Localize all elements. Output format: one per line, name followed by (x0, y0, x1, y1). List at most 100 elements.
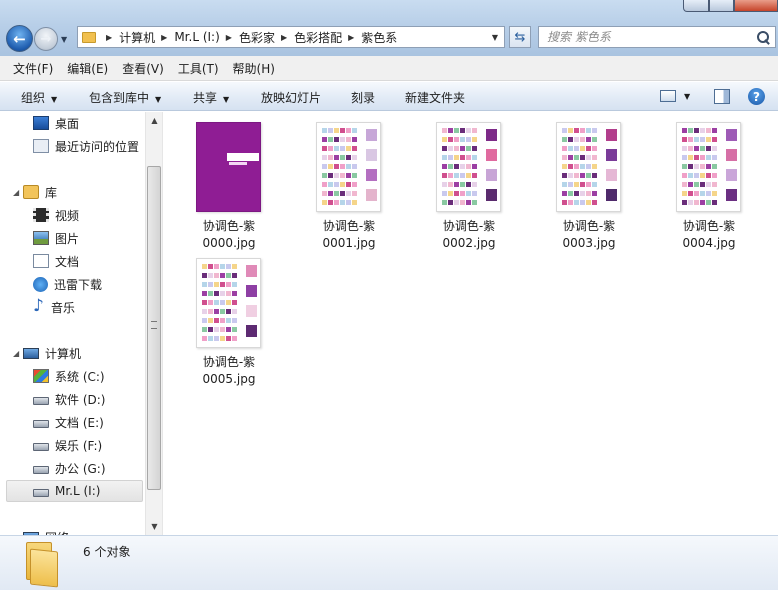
file-name-line2: 0005.jpg (202, 372, 256, 386)
expand-arrow-icon[interactable]: ◢ (13, 349, 19, 358)
breadcrumb-separator-icon[interactable]: ▶ (161, 33, 167, 42)
breadcrumb-separator-icon[interactable]: ▶ (106, 33, 112, 42)
nav-item-drive-e[interactable]: 文档 (E:) (33, 411, 104, 433)
window-controls (683, 0, 778, 12)
scroll-down-arrow-icon[interactable]: ▼ (146, 518, 163, 535)
view-options-dropdown[interactable]: ▼ (684, 92, 690, 101)
organize-label: 组织 (21, 91, 46, 105)
minimize-button[interactable] (683, 0, 709, 12)
nav-item-thunder-downloads[interactable]: 迅雷下载 (33, 273, 102, 295)
nav-item-drive-d[interactable]: 软件 (D:) (33, 388, 105, 410)
menu-view[interactable]: 查看(V) (122, 60, 164, 77)
menu-tools[interactable]: 工具(T) (178, 60, 219, 77)
file-item[interactable]: 协调色-紫 0000.jpg (174, 112, 284, 250)
nav-item-label: Mr.L (I:) (55, 484, 101, 498)
file-item[interactable]: 协调色-紫 0002.jpg (414, 112, 524, 250)
chevron-down-icon: ▼ (51, 95, 58, 104)
nav-item-desktop[interactable]: 桌面 (33, 112, 79, 134)
address-history-dropdown[interactable]: ▼ (492, 33, 498, 42)
file-name-line1: 协调色-紫 (442, 219, 496, 233)
slideshow-button[interactable]: 放映幻灯片 (261, 89, 321, 106)
hard-drive-icon (33, 420, 49, 428)
breadcrumb-separator-icon[interactable]: ▶ (348, 33, 354, 42)
search-box[interactable] (538, 26, 776, 48)
expand-arrow-icon[interactable]: ◢ (13, 188, 19, 197)
nav-item-label: 娱乐 (F:) (55, 438, 103, 453)
file-name[interactable]: 协调色-紫 0004.jpg (654, 218, 764, 252)
nav-item-label: 文档 (55, 254, 80, 269)
breadcrumb-item-computer[interactable]: 计算机 (119, 29, 155, 46)
share-label: 共享 (193, 91, 218, 105)
file-item[interactable]: 协调色-紫 0003.jpg (534, 112, 644, 250)
new-folder-button[interactable]: 新建文件夹 (405, 89, 465, 106)
refresh-button[interactable]: ⇆ (509, 26, 531, 48)
recent-pages-dropdown[interactable]: ▼ (61, 35, 67, 44)
hard-drive-icon (33, 466, 49, 474)
file-name[interactable]: 协调色-紫 0003.jpg (534, 218, 644, 252)
burn-button[interactable]: 刻录 (351, 89, 375, 106)
nav-item-computer[interactable]: 计算机 (23, 342, 81, 364)
breadcrumb-separator-icon[interactable]: ▶ (281, 33, 287, 42)
file-name[interactable]: 协调色-紫 0001.jpg (294, 218, 404, 252)
nav-item-label: 系统 (C:) (55, 369, 105, 384)
search-icon[interactable] (756, 30, 770, 44)
navigation-scrollbar[interactable]: ▲ ▼ (145, 112, 162, 535)
organize-button[interactable]: 组织 ▼ (21, 89, 57, 106)
preview-pane-icon[interactable] (714, 89, 730, 104)
breadcrumb-separator-icon[interactable]: ▶ (226, 33, 232, 42)
nav-item-label: 最近访问的位置 (55, 139, 140, 154)
nav-item-drive-c[interactable]: 系统 (C:) (33, 365, 105, 387)
back-arrow-icon: ← (13, 29, 26, 48)
menu-edit[interactable]: 编辑(E) (67, 60, 108, 77)
file-name-line1: 协调色-紫 (202, 219, 256, 233)
nav-item-label: 图片 (55, 231, 80, 246)
back-button[interactable]: ← (6, 25, 33, 52)
image-thumbnail (556, 122, 621, 212)
scrollbar-grip-icon (151, 321, 157, 329)
computer-icon (23, 347, 39, 359)
search-input[interactable] (547, 28, 756, 46)
nav-item-documents[interactable]: 文档 (33, 250, 79, 272)
nav-item-recent-places[interactable]: 最近访问的位置 (33, 135, 139, 157)
nav-item-videos[interactable]: 视频 (33, 204, 79, 226)
breadcrumb-item-current[interactable]: 紫色系 (361, 29, 397, 46)
item-count: 6 个对象 (83, 545, 131, 559)
image-thumbnail (316, 122, 381, 212)
file-name[interactable]: 协调色-紫 0002.jpg (414, 218, 524, 252)
command-bar: 组织 ▼ 包含到库中 ▼ 共享 ▼ 放映幻灯片 刻录 新建文件夹 ▼ ? (0, 82, 778, 111)
file-name[interactable]: 协调色-紫 0000.jpg (174, 218, 284, 252)
nav-item-drive-f[interactable]: 娱乐 (F:) (33, 434, 102, 456)
scrollbar-thumb[interactable] (147, 166, 161, 490)
video-library-icon (33, 208, 49, 222)
forward-arrow-icon: → (40, 31, 52, 47)
breadcrumb-item-drive[interactable]: Mr.L (I:) (174, 30, 219, 44)
maximize-button[interactable] (709, 0, 734, 12)
image-thumbnail (436, 122, 501, 212)
menu-file[interactable]: 文件(F) (13, 60, 53, 77)
file-item[interactable]: 协调色-紫 0005.jpg (174, 248, 284, 386)
nav-item-music[interactable]: 音乐 (33, 296, 75, 318)
file-item[interactable]: 协调色-紫 0004.jpg (654, 112, 764, 250)
file-list[interactable]: 协调色-紫 0000.jpg 协调色-紫 0001.jpg 协调色-紫 0002.jpg 协… (164, 112, 778, 535)
details-pane: 6 个对象 (0, 535, 778, 590)
file-item[interactable]: 协调色-紫 0001.jpg (294, 112, 404, 250)
change-view-icon[interactable] (660, 90, 676, 102)
breadcrumb-item-folder[interactable]: 色彩家 (239, 29, 275, 46)
include-in-library-button[interactable]: 包含到库中 ▼ (89, 89, 161, 106)
nav-item-libraries[interactable]: 库 (23, 181, 57, 203)
nav-item-drive-g[interactable]: 办公 (G:) (33, 457, 106, 479)
help-icon[interactable]: ? (748, 88, 765, 105)
breadcrumb-item-subfolder[interactable]: 色彩搭配 (294, 29, 342, 46)
nav-item-pictures[interactable]: 图片 (33, 227, 79, 249)
forward-button[interactable]: → (34, 27, 58, 51)
share-button[interactable]: 共享 ▼ (193, 89, 229, 106)
address-bar[interactable]: ▶ 计算机 ▶ Mr.L (I:) ▶ 色彩家 ▶ 色彩搭配 ▶ 紫色系 ▼ (77, 26, 505, 48)
nav-item-label: 文档 (E:) (55, 415, 104, 430)
scroll-up-arrow-icon[interactable]: ▲ (146, 112, 163, 129)
chevron-down-icon: ▼ (155, 95, 162, 104)
nav-item-drive-i[interactable]: Mr.L (I:) (6, 480, 143, 502)
close-button[interactable] (734, 0, 778, 12)
menu-help[interactable]: 帮助(H) (233, 60, 275, 77)
image-thumbnail (196, 258, 261, 348)
file-name[interactable]: 协调色-紫 0005.jpg (174, 354, 284, 388)
